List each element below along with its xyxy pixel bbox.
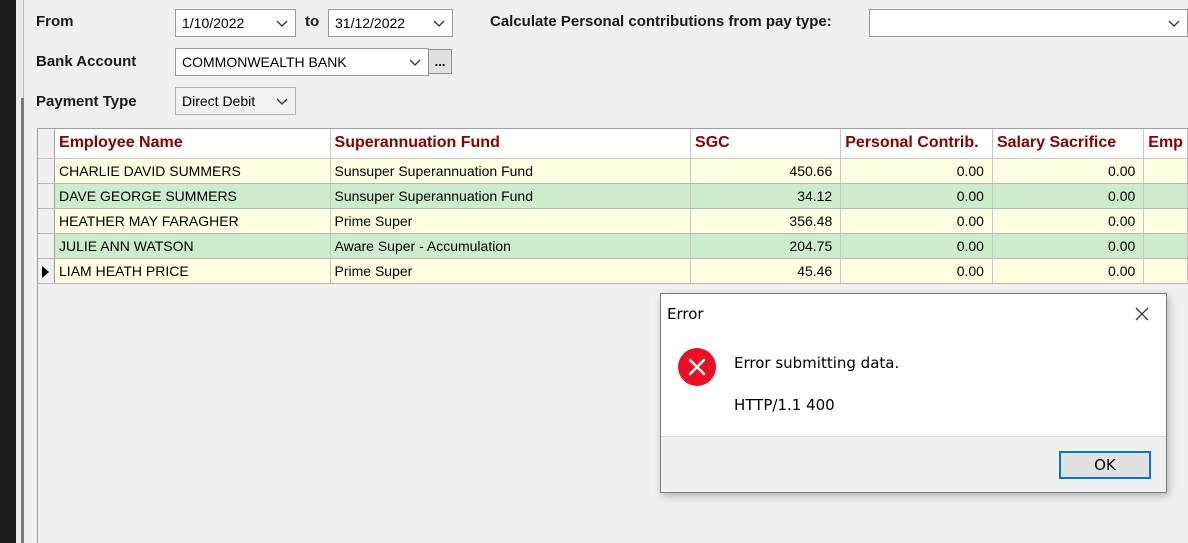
dialog-title: Error	[667, 305, 704, 323]
table-header-row: Employee Name Superannuation Fund SGC Pe…	[38, 129, 1188, 159]
cell-employee-name[interactable]: LIAM HEATH PRICE	[54, 258, 331, 284]
table-row[interactable]: CHARLIE DAVID SUMMERS Sunsuper Superannu…	[38, 158, 1188, 184]
from-date-picker[interactable]: 1/10/2022	[175, 9, 296, 37]
ok-button[interactable]: OK	[1059, 451, 1151, 479]
payment-type-select[interactable]: Direct Debit	[175, 87, 296, 115]
cell-salary-sacrifice[interactable]: 0.00	[992, 258, 1145, 284]
to-label: to	[305, 13, 320, 30]
column-header-salary-sacrifice[interactable]: Salary Sacrifice	[992, 129, 1145, 159]
cell-salary-sacrifice[interactable]: 0.00	[992, 158, 1145, 184]
column-header-personal-contrib[interactable]: Personal Contrib.	[840, 129, 993, 159]
cell-employee-name[interactable]: JULIE ANN WATSON	[54, 233, 331, 259]
cell-sgc[interactable]: 356.48	[690, 208, 842, 234]
calc-pay-type-label: Calculate Personal contributions from pa…	[490, 13, 832, 30]
payment-type-label: Payment Type	[36, 93, 137, 110]
cell-emp[interactable]	[1143, 183, 1188, 209]
contributions-table: Employee Name Superannuation Fund SGC Pe…	[38, 129, 1188, 284]
table-row[interactable]: DAVE GEORGE SUMMERS Sunsuper Superannuat…	[38, 183, 1188, 209]
cell-personal-contrib[interactable]: 0.00	[840, 183, 993, 209]
dialog-footer: OK	[661, 436, 1166, 492]
left-window-edge	[0, 0, 16, 543]
cell-sgc[interactable]: 450.66	[690, 158, 842, 184]
chevron-down-icon[interactable]	[1167, 16, 1181, 30]
bank-account-select[interactable]: COMMONWEALTH BANK	[175, 48, 429, 76]
column-header-super-fund[interactable]: Superannuation Fund	[330, 129, 692, 159]
to-date-picker[interactable]: 31/12/2022	[328, 9, 453, 37]
row-indicator[interactable]	[38, 233, 56, 259]
chevron-down-icon[interactable]	[275, 16, 289, 30]
cell-personal-contrib[interactable]: 0.00	[840, 208, 993, 234]
to-date-value: 31/12/2022	[335, 15, 406, 31]
cell-employee-name[interactable]: DAVE GEORGE SUMMERS	[54, 183, 331, 209]
cell-employee-name[interactable]: CHARLIE DAVID SUMMERS	[54, 158, 331, 184]
cell-emp[interactable]	[1143, 208, 1188, 234]
cell-emp[interactable]	[1143, 233, 1188, 259]
cell-super-fund[interactable]: Prime Super	[330, 208, 692, 234]
cell-sgc[interactable]: 45.46	[690, 258, 842, 284]
cell-emp[interactable]	[1143, 258, 1188, 284]
current-row-arrow-icon	[42, 265, 49, 278]
row-indicator[interactable]	[38, 158, 56, 184]
cell-super-fund[interactable]: Sunsuper Superannuation Fund	[330, 158, 692, 184]
row-indicator-header	[38, 129, 56, 159]
column-header-emp[interactable]: Emp	[1143, 129, 1188, 159]
bank-account-label: Bank Account	[36, 53, 137, 70]
error-message: Error submitting data.	[734, 354, 900, 372]
table-row[interactable]: LIAM HEATH PRICE Prime Super 45.46 0.00 …	[38, 258, 1188, 284]
cell-personal-contrib[interactable]: 0.00	[840, 233, 993, 259]
bank-account-value: COMMONWEALTH BANK	[182, 54, 347, 70]
grid-left-margin	[24, 128, 38, 543]
cell-sgc[interactable]: 204.75	[690, 233, 842, 259]
cell-salary-sacrifice[interactable]: 0.00	[992, 208, 1145, 234]
error-dialog: Error Error submitting data. HTTP/1.1 40…	[660, 293, 1167, 493]
chevron-down-icon[interactable]	[432, 16, 446, 30]
from-date-value: 1/10/2022	[182, 15, 245, 31]
table-row[interactable]: JULIE ANN WATSON Aware Super - Accumulat…	[38, 233, 1188, 259]
cell-sgc[interactable]: 34.12	[690, 183, 842, 209]
chevron-down-icon[interactable]	[408, 55, 422, 69]
cell-super-fund[interactable]: Aware Super - Accumulation	[330, 233, 692, 259]
chevron-down-icon[interactable]	[275, 94, 289, 108]
row-indicator[interactable]	[38, 258, 56, 284]
payment-type-value: Direct Debit	[182, 93, 256, 109]
bank-browse-button[interactable]: ...	[428, 49, 452, 74]
column-header-sgc[interactable]: SGC	[690, 129, 842, 159]
cell-super-fund[interactable]: Prime Super	[330, 258, 692, 284]
table-row[interactable]: HEATHER MAY FARAGHER Prime Super 356.48 …	[38, 208, 1188, 234]
row-indicator[interactable]	[38, 183, 56, 209]
cell-emp[interactable]	[1143, 158, 1188, 184]
cell-personal-contrib[interactable]: 0.00	[840, 258, 993, 284]
cell-employee-name[interactable]: HEATHER MAY FARAGHER	[54, 208, 331, 234]
column-header-employee-name[interactable]: Employee Name	[54, 129, 331, 159]
row-indicator[interactable]	[38, 208, 56, 234]
close-icon[interactable]	[1132, 304, 1152, 324]
cell-salary-sacrifice[interactable]: 0.00	[992, 183, 1145, 209]
from-label: From	[36, 13, 74, 30]
pay-type-select[interactable]	[869, 9, 1188, 37]
error-icon	[677, 347, 717, 387]
error-detail: HTTP/1.1 400	[734, 396, 835, 414]
cell-personal-contrib[interactable]: 0.00	[840, 158, 993, 184]
cell-salary-sacrifice[interactable]: 0.00	[992, 233, 1145, 259]
cell-super-fund[interactable]: Sunsuper Superannuation Fund	[330, 183, 692, 209]
